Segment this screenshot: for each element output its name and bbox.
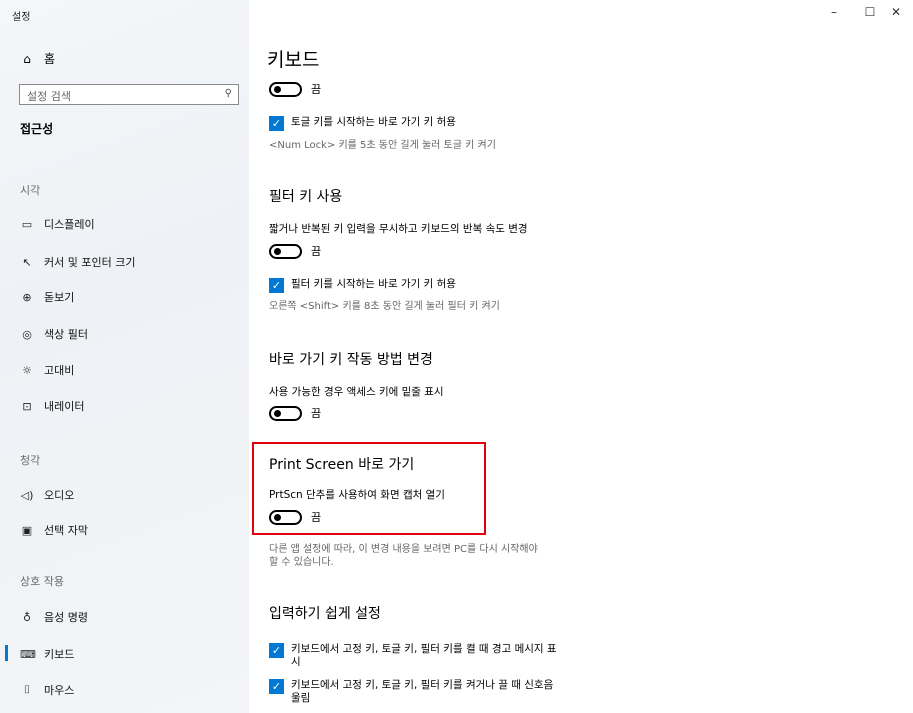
sidebar: 설정 ⌂ 홈 설정 검색 ⚲ 접근성 시각 ▭ 디스플레이 ↖ 커서 및 포인터… [0,0,249,713]
checkbox-label: 필터 키를 시작하는 바로 가기 키 허용 [291,278,456,290]
toggle-state: 끔 [311,511,322,524]
toggle-keys-desc: <Num Lock> 키를 5초 동안 길게 눌러 토글 키 켜기 [269,140,496,151]
sidebar-item-label: 선택 자막 [44,524,88,537]
sidebar-item-speech[interactable]: ♁ 음성 명령 [20,609,88,625]
filter-keys-heading: 필터 키 사용 [269,189,343,205]
group-label-interaction: 상호 작용 [20,575,64,588]
toggle-state: 끔 [311,83,322,96]
search-icon: ⚲ [224,88,232,99]
color-filter-icon: ◎ [22,327,32,341]
sidebar-item-label: 디스플레이 [44,218,95,231]
print-screen-note-line2: 할 수 있습니다. [269,557,334,568]
checkbox-label-line2: 시 [291,656,301,668]
sidebar-item-label: 마우스 [44,684,75,697]
sidebar-item-color-filter[interactable]: ◎ 색상 필터 [20,326,88,342]
sidebar-item-home[interactable]: ⌂ 홈 [20,50,55,67]
microphone-icon: ♁ [22,610,32,624]
search-placeholder: 설정 검색 [27,90,71,103]
selection-indicator [5,645,8,661]
sidebar-item-label: 내레이터 [44,400,85,413]
toggle-knob [274,247,281,255]
sticky-keys-toggle-row: 끔 [269,81,321,97]
sidebar-item-high-contrast[interactable]: ☼ 고대비 [20,362,74,378]
print-screen-toggle[interactable] [269,509,302,525]
sidebar-item-label: 키보드 [44,648,75,661]
group-label-hearing: 청각 [20,454,41,467]
sidebar-item-label: 고대비 [44,364,75,377]
keyboard-icon: ⌨ [20,647,36,661]
toggle-state: 끔 [311,245,322,258]
high-contrast-icon: ☼ [22,363,32,377]
sidebar-item-keyboard[interactable]: ⌨ 키보드 [20,646,74,662]
sidebar-item-label: 돋보기 [44,291,75,304]
sidebar-item-label: 오디오 [44,489,75,502]
close-button[interactable]: ✕ [881,5,911,19]
home-icon: ⌂ [23,51,31,66]
checkbox-label-line2: 울림 [291,692,311,704]
display-icon: ▭ [21,217,33,231]
sidebar-item-mouse[interactable]: ⌷ 마우스 [20,682,75,698]
checkbox-label-line1: 키보드에서 고정 키, 토글 키, 필터 키를 켜거나 끌 때 신호음 [291,679,554,691]
page-title: 키보드 [267,49,320,71]
sidebar-item-label: 커서 및 포인터 크기 [44,256,136,269]
sidebar-item-captions[interactable]: ▣ 선택 자막 [20,522,88,538]
underline-access-keys-toggle[interactable] [269,405,302,421]
sidebar-item-display[interactable]: ▭ 디스플레이 [20,216,95,232]
toggle-knob [274,85,281,93]
toggle-knob [274,513,281,521]
sidebar-item-label: 음성 명령 [44,611,88,624]
audio-icon: ◁) [20,488,34,502]
easy-typing-heading: 입력하기 쉽게 설정 [269,606,381,622]
filter-keys-desc: 짧거나 반복된 키 입력을 무시하고 키보드의 반복 속도 변경 [269,223,528,235]
group-label-vision: 시각 [20,184,41,197]
checkbox-label-line1: 키보드에서 고정 키, 토글 키, 필터 키를 켤 때 경고 메시지 표 [291,643,557,655]
shortcut-behavior-desc: 사용 가능한 경우 액세스 키에 밑줄 표시 [269,386,444,398]
underline-access-keys-toggle-row: 끔 [269,405,321,421]
checkbox-label: 토글 키를 시작하는 바로 가기 키 허용 [291,116,456,128]
filter-keys-shortcut-checkbox[interactable]: ✓ [269,278,284,293]
print-screen-toggle-row: 끔 [269,509,321,525]
mouse-icon: ⌷ [23,683,31,696]
category-title: 접근성 [20,122,54,136]
sidebar-item-label: 홈 [44,52,56,66]
print-screen-note-line1: 다른 앱 설정에 따라, 이 변경 내용을 보려면 PC를 다시 시작해야 [269,544,538,555]
print-screen-desc: PrtScn 단추를 사용하여 화면 캡처 열기 [269,489,445,501]
narrator-icon: ⊡ [22,399,32,413]
toggle-keys-shortcut-checkbox[interactable]: ✓ [269,116,284,131]
sidebar-item-cursor[interactable]: ↖ 커서 및 포인터 크기 [20,254,135,270]
filter-keys-toggle[interactable] [269,243,302,259]
warning-message-row: ✓ 키보드에서 고정 키, 토글 키, 필터 키를 켤 때 경고 메시지 표 시 [269,643,611,669]
checkbox-label: 키보드에서 고정 키, 토글 키, 필터 키를 켜거나 끌 때 신호음 울림 [291,679,611,705]
filter-keys-shortcut-row: ✓ 필터 키를 시작하는 바로 가기 키 허용 [269,278,611,293]
captions-icon: ▣ [21,523,33,537]
toggle-keys-shortcut-row: ✓ 토글 키를 시작하는 바로 가기 키 허용 [269,116,611,131]
search-input[interactable]: 설정 검색 ⚲ [19,84,239,105]
sound-signal-checkbox[interactable]: ✓ [269,679,284,694]
sidebar-item-label: 색상 필터 [44,328,88,341]
cursor-icon: ↖ [22,255,32,269]
sidebar-item-narrator[interactable]: ⊡ 내레이터 [20,398,84,414]
sidebar-item-magnifier[interactable]: ⊕ 돋보기 [20,289,74,305]
print-screen-heading: Print Screen 바로 가기 [269,457,415,473]
filter-keys-toggle-row: 끔 [269,243,321,259]
sound-signal-row: ✓ 키보드에서 고정 키, 토글 키, 필터 키를 켜거나 끌 때 신호음 울림 [269,679,611,705]
warning-message-checkbox[interactable]: ✓ [269,643,284,658]
filter-keys-shortcut-desc: 오른쪽 <Shift> 키를 8초 동안 길게 눌러 필터 키 켜기 [269,301,500,312]
app-title: 설정 [12,12,31,23]
checkbox-label: 키보드에서 고정 키, 토글 키, 필터 키를 켤 때 경고 메시지 표 시 [291,643,611,669]
toggle-state: 끔 [311,407,322,420]
magnifier-icon: ⊕ [22,290,32,304]
sidebar-item-audio[interactable]: ◁) 오디오 [20,487,75,503]
sticky-keys-toggle[interactable] [269,81,302,97]
shortcut-behavior-heading: 바로 가기 키 작동 방법 변경 [269,352,433,368]
toggle-knob [274,409,281,417]
minimize-button[interactable]: – [819,5,849,19]
